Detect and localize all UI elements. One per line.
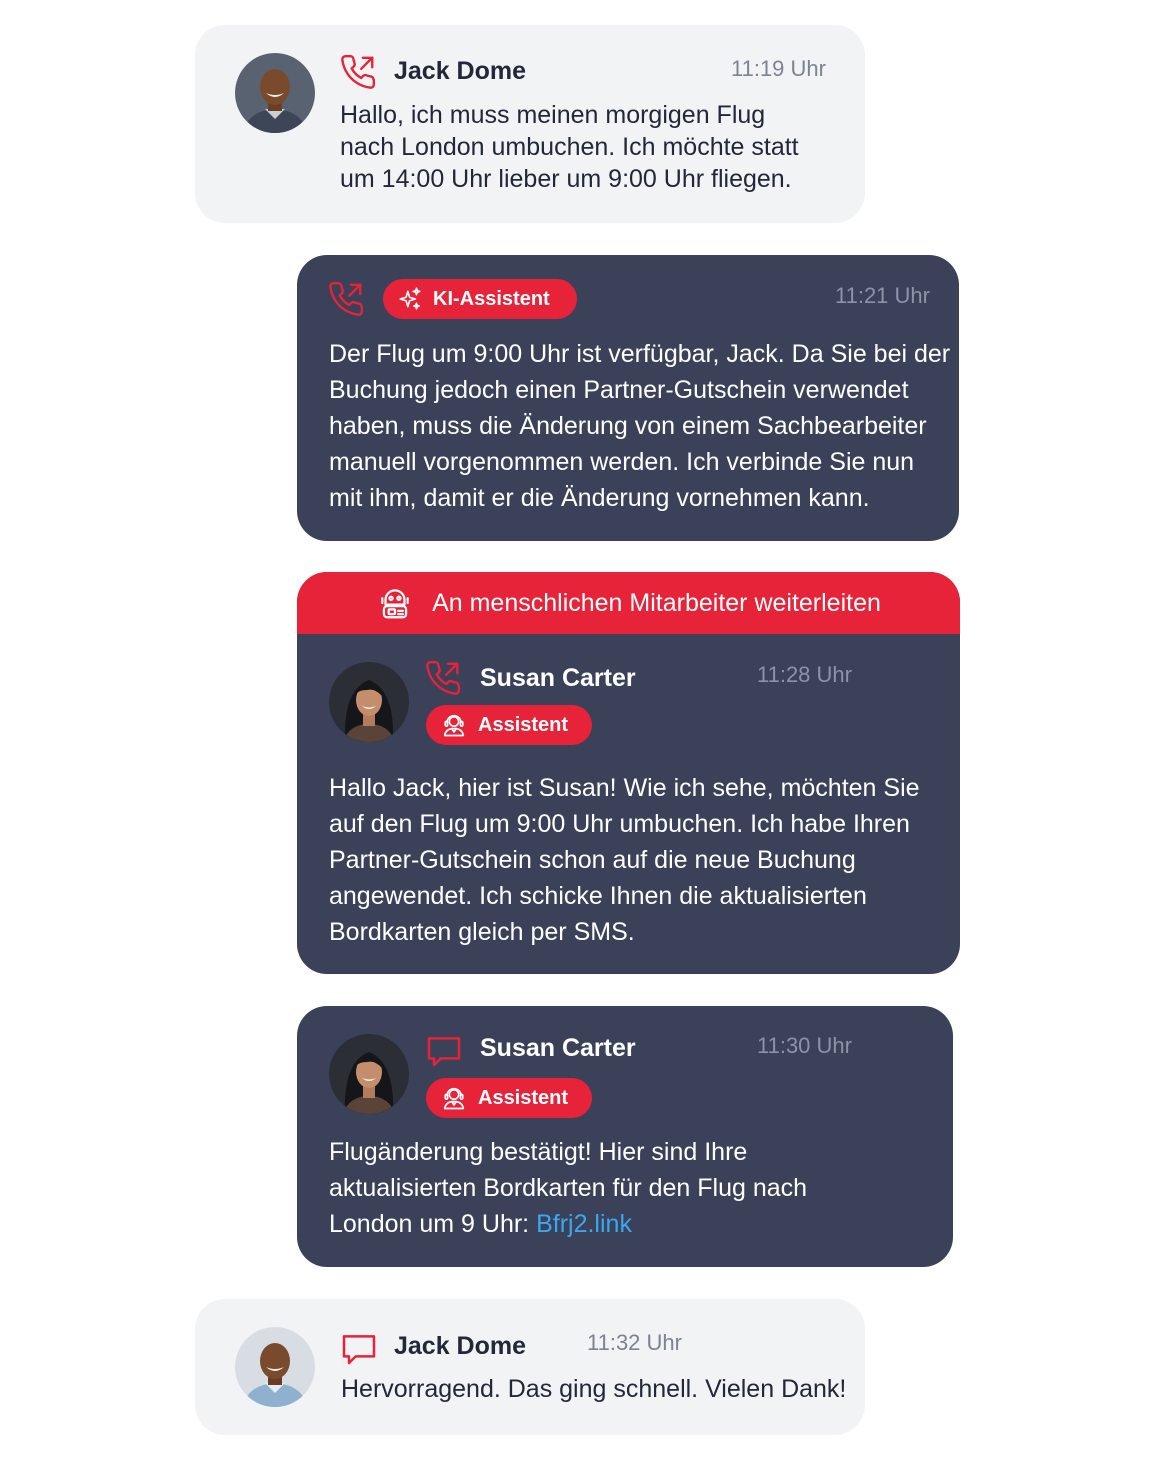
agent-icon <box>443 1087 465 1110</box>
sender-name: Jack Dome <box>394 1332 527 1360</box>
timestamp: 11:30 Uhr <box>757 1033 852 1058</box>
message-text: Hervorragend. Das ging schnell. Vielen D… <box>341 1375 847 1403</box>
assistent-badge: Assistent <box>426 1078 592 1118</box>
chat-bubble-icon <box>427 1037 461 1067</box>
robot-icon <box>381 589 409 619</box>
timestamp: 11:28 Uhr <box>757 662 852 687</box>
message-card-susan-sms: Susan Carter 11:30 Uhr Assistent Flugänd… <box>297 1006 953 1267</box>
chat-bubble-icon <box>342 1335 376 1365</box>
message-card-jack-2: Jack Dome 11:32 Uhr Hervorragend. Das gi… <box>195 1299 865 1435</box>
message-card-susan-handoff: An menschlichen Mitarbeiter weiterleiten… <box>297 572 960 974</box>
avatar-susan-carter <box>329 1034 409 1114</box>
message-text: Hallo, ich muss meinen morgigen Flug nac… <box>340 101 799 193</box>
sender-name: Jack Dome <box>394 57 527 85</box>
phone-outgoing-icon <box>426 660 461 695</box>
message-card-ki-assistent: KI-Assistent 11:21 Uhr Der Flug um 9:00 … <box>297 255 959 541</box>
phone-outgoing-icon <box>329 281 364 316</box>
handoff-banner: An menschlichen Mitarbeiter weiterleiten <box>297 572 960 634</box>
avatar-jack-dome <box>235 1327 315 1407</box>
agent-icon <box>443 714 465 737</box>
boarding-pass-link[interactable]: Bfrj2.link <box>536 1210 632 1238</box>
ki-assistent-badge: KI-Assistent <box>383 279 577 319</box>
assistent-badge: Assistent <box>426 705 592 745</box>
message-text: Flugänderung bestätigt! Hier sind Ihre a… <box>329 1138 808 1238</box>
avatar-susan-carter <box>329 662 409 742</box>
message-text: Hallo Jack, hier ist Susan! Wie ich sehe… <box>329 774 920 946</box>
sender-name: Susan Carter <box>480 1034 636 1062</box>
timestamp: 11:32 Uhr <box>587 1330 682 1355</box>
message-text: Der Flug um 9:00 Uhr ist verfügbar, Jack… <box>329 340 951 512</box>
phone-outgoing-icon <box>341 54 376 89</box>
avatar-jack-dome <box>235 53 315 133</box>
sender-name: Susan Carter <box>480 664 636 692</box>
timestamp: 11:21 Uhr <box>835 283 930 308</box>
timestamp: 11:19 Uhr <box>731 56 826 81</box>
message-card-jack-1: Jack Dome 11:19 Uhr Hallo, ich muss mein… <box>195 25 865 223</box>
sparkles-icon <box>399 287 421 310</box>
